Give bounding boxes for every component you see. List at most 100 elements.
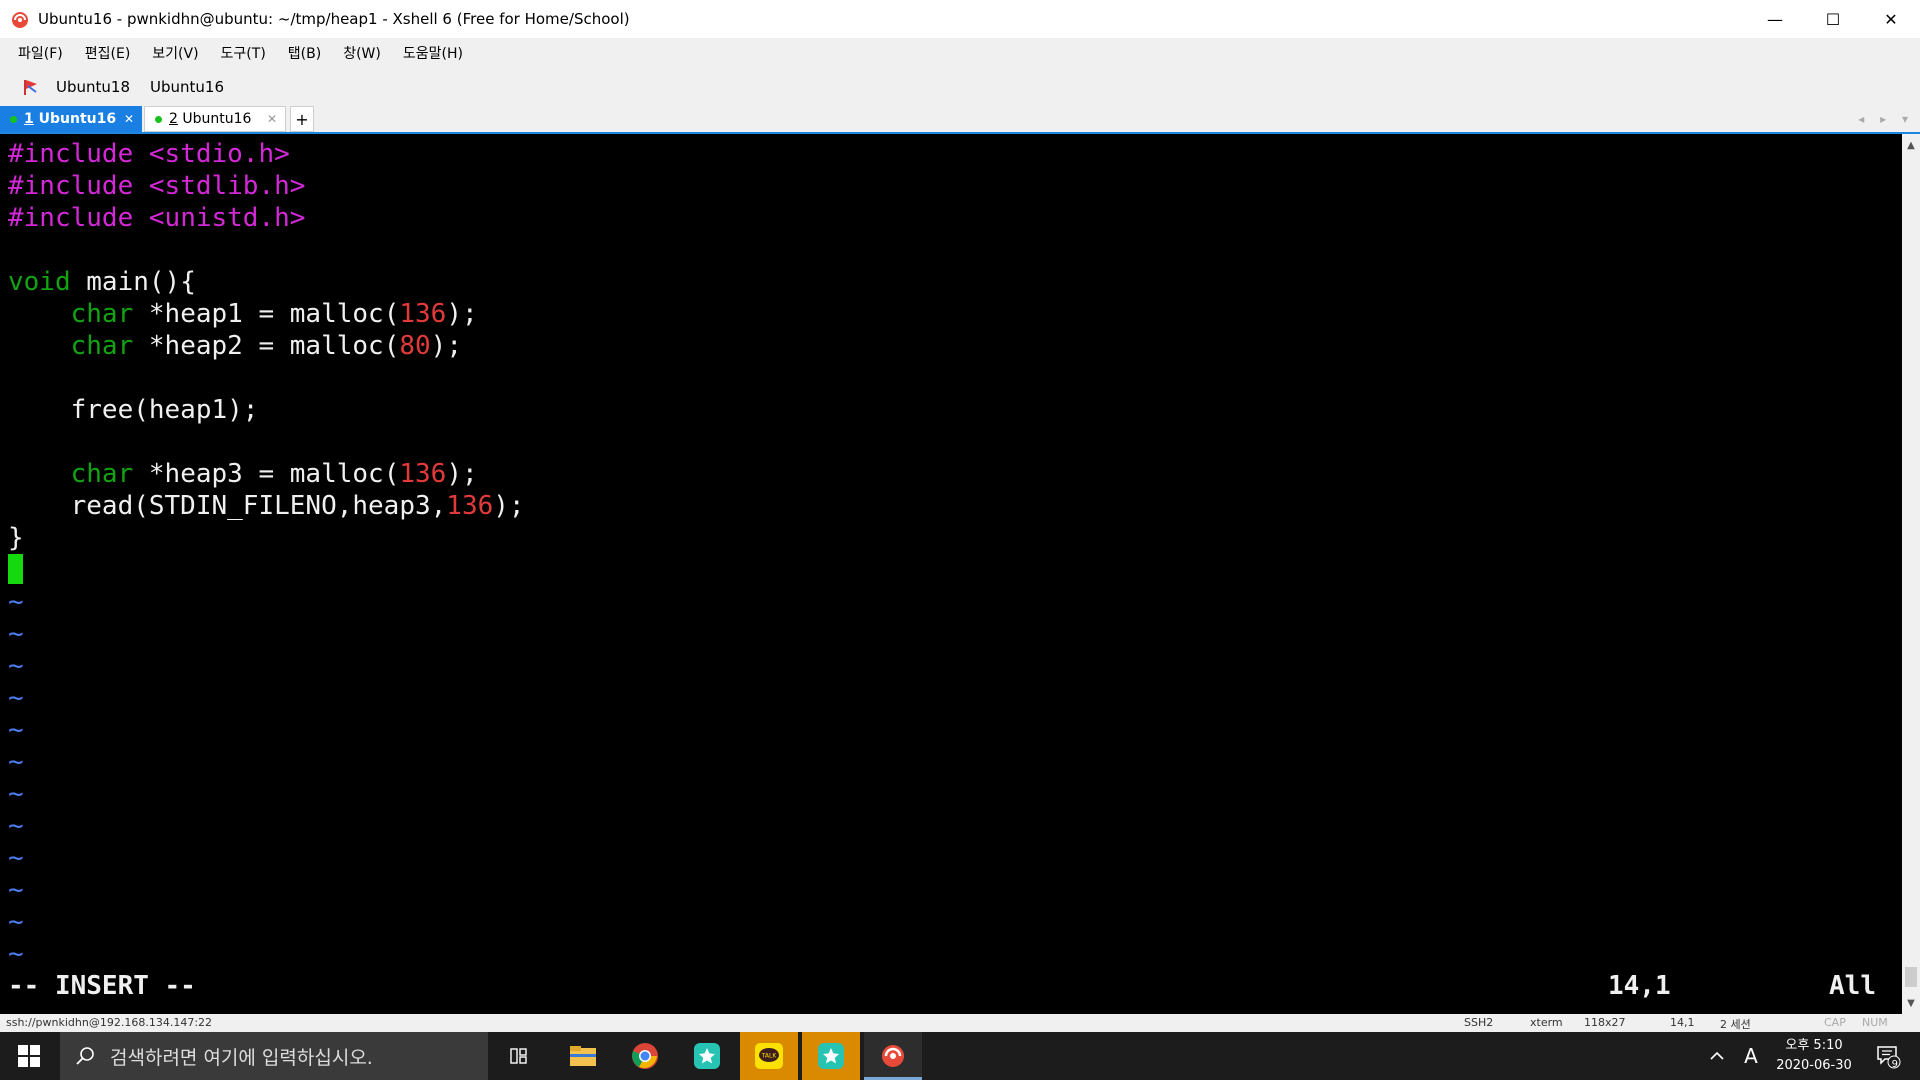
- xshell-logo-icon: [12, 12, 28, 28]
- tab-label: Ubuntu16: [38, 111, 117, 127]
- code-token: );: [446, 299, 478, 329]
- code-line: void main(){: [8, 266, 525, 298]
- vim-status-line: -- INSERT -- 14,1 All: [8, 970, 1888, 1002]
- tab-1-ubuntu16[interactable]: 1 Ubuntu16 ✕: [0, 106, 142, 132]
- xshell-taskbar-button[interactable]: [864, 1032, 922, 1080]
- menu-window[interactable]: 창(W): [339, 43, 385, 63]
- cursor-position: 14,1: [1608, 971, 1671, 1001]
- tab-navigation-icon[interactable]: ◂ ▸ ▾: [1858, 112, 1914, 126]
- links-bar: Ubuntu18 Ubuntu16: [0, 68, 1920, 106]
- code-token: );: [430, 331, 462, 361]
- code-token: <unistd.h>: [148, 203, 306, 233]
- maximize-button[interactable]: ☐: [1804, 0, 1862, 38]
- minimize-button[interactable]: —: [1746, 0, 1804, 38]
- code-line: }: [8, 522, 525, 554]
- code-token: void: [8, 267, 71, 297]
- tab-close-icon[interactable]: ✕: [267, 112, 277, 126]
- empty-line-tilde: ~: [8, 843, 24, 873]
- ime-indicator[interactable]: A: [1734, 1032, 1768, 1080]
- chrome-button[interactable]: [616, 1032, 674, 1080]
- text-cursor: [8, 554, 23, 584]
- tray-expand-icon[interactable]: [1702, 1032, 1732, 1080]
- link-ubuntu18[interactable]: Ubuntu18: [56, 78, 130, 96]
- file-explorer-button[interactable]: [554, 1032, 612, 1080]
- new-tab-button[interactable]: +: [290, 106, 314, 132]
- task-view-button[interactable]: [490, 1032, 548, 1080]
- protocol: SSH2: [1464, 1016, 1494, 1029]
- search-icon: [76, 1047, 94, 1065]
- taskbar-search-box[interactable]: 검색하려면 여기에 입력하십시오.: [60, 1032, 488, 1080]
- code-token: *heap2 = malloc(: [133, 331, 400, 361]
- kakaotalk-icon: TALK: [755, 1043, 783, 1069]
- code-line: free(heap1);: [8, 394, 525, 426]
- code-token: 136: [399, 299, 447, 329]
- app-status-bar: ssh://pwnkidhn@192.168.134.147:22 SSH2 x…: [0, 1014, 1920, 1032]
- svg-text:TALK: TALK: [761, 1053, 778, 1060]
- code-token: char: [70, 331, 134, 361]
- caps-indicator: CAP: [1824, 1016, 1846, 1029]
- scroll-down-icon[interactable]: ▼: [1902, 994, 1920, 1012]
- code-line: read(STDIN_FILENO,heap3,136);: [8, 490, 525, 522]
- menu-help[interactable]: 도움말(H): [399, 43, 467, 63]
- task-view-icon: [510, 1048, 527, 1064]
- code-token: read(STDIN_FILENO,heap3,: [8, 491, 447, 521]
- app-star-button-2[interactable]: [802, 1032, 860, 1080]
- clock[interactable]: 오후 5:10 2020-06-30: [1770, 1032, 1858, 1080]
- menu-tab[interactable]: 탭(B): [284, 43, 325, 63]
- code-token: 80: [399, 331, 431, 361]
- search-placeholder: 검색하려면 여기에 입력하십시오.: [110, 1046, 373, 1069]
- code-line: #include <stdlib.h>: [8, 170, 525, 202]
- code-token: #include: [8, 171, 149, 201]
- kakaotalk-button[interactable]: TALK: [740, 1032, 798, 1080]
- menu-edit[interactable]: 편집(E): [81, 43, 135, 63]
- chrome-icon: [632, 1043, 658, 1069]
- flag-icon: [24, 80, 37, 95]
- tab-number: 2: [169, 111, 178, 127]
- code-token: #include: [8, 203, 149, 233]
- terminal-area[interactable]: #include <stdio.h> #include <stdlib.h> #in…: [0, 134, 1902, 1014]
- notification-count: 9: [1891, 1059, 1898, 1070]
- window-title: Ubuntu16 - pwnkidhn@ubuntu: ~/tmp/heap1 …: [38, 10, 630, 28]
- menu-bar: 파일(F) 편집(E) 보기(V) 도구(T) 탭(B) 창(W) 도움말(H): [0, 38, 1920, 68]
- scrollbar-thumb[interactable]: [1905, 967, 1917, 987]
- tab-number: 1: [24, 111, 34, 127]
- folder-icon: [570, 1046, 596, 1066]
- tab-close-icon[interactable]: ✕: [124, 112, 134, 126]
- start-button[interactable]: [0, 1032, 58, 1080]
- code-token: }: [8, 523, 24, 553]
- title-bar: Ubuntu16 - pwnkidhn@ubuntu: ~/tmp/heap1 …: [0, 0, 1920, 38]
- scroll-up-icon[interactable]: ▲: [1902, 136, 1920, 154]
- code-token: <stdlib.h>: [148, 171, 306, 201]
- tab-2-ubuntu16[interactable]: 2 Ubuntu16 ✕: [144, 106, 286, 132]
- empty-line-tilde: ~: [8, 715, 24, 745]
- terminal-scrollbar[interactable]: ▲ ▼: [1902, 134, 1920, 1014]
- menu-file[interactable]: 파일(F): [14, 43, 67, 63]
- vim-mode: -- INSERT --: [8, 971, 196, 1001]
- empty-line-tilde: ~: [8, 779, 24, 809]
- empty-line-tilde: ~: [8, 875, 24, 905]
- menu-view[interactable]: 보기(V): [148, 43, 202, 63]
- star-app-icon: [694, 1043, 720, 1069]
- windows-logo-icon: [18, 1045, 40, 1067]
- code-token: *heap3 = malloc(: [133, 459, 400, 489]
- code-token: );: [446, 459, 478, 489]
- tab-label: Ubuntu16: [182, 111, 252, 127]
- tabs-bar: 1 Ubuntu16 ✕ 2 Ubuntu16 ✕ + ◂ ▸ ▾: [0, 106, 1920, 134]
- close-button[interactable]: ✕: [1862, 0, 1920, 38]
- code-token: );: [493, 491, 525, 521]
- empty-line-tilde: ~: [8, 587, 24, 617]
- link-ubuntu16[interactable]: Ubuntu16: [150, 78, 224, 96]
- empty-line-tilde: ~: [8, 683, 24, 713]
- menu-tools[interactable]: 도구(T): [217, 43, 270, 63]
- code-token: char: [70, 299, 134, 329]
- code-token: free(heap1);: [8, 395, 259, 425]
- notification-center-button[interactable]: 9: [1868, 1032, 1908, 1080]
- code-token: #include: [8, 139, 149, 169]
- app-star-button[interactable]: [678, 1032, 736, 1080]
